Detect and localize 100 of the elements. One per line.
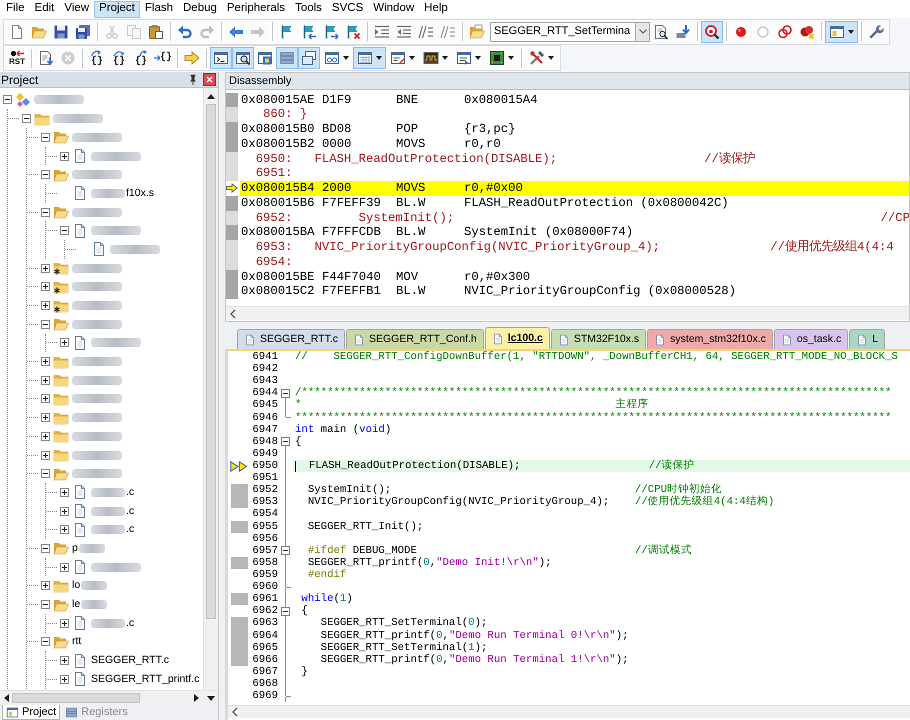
scrollbar-thumb[interactable]	[206, 104, 216, 619]
expand-toggle[interactable]	[60, 152, 69, 160]
up-triangle-icon[interactable]	[207, 94, 215, 98]
expand-toggle[interactable]	[60, 656, 69, 666]
waveform-screen-icon[interactable]	[423, 50, 439, 66]
menu-item[interactable]: Project	[94, 0, 140, 18]
scroll-left-icon[interactable]	[230, 308, 236, 318]
pin-icon[interactable]	[189, 74, 197, 85]
collapse-toggle[interactable]	[60, 226, 69, 236]
watch-window-icon[interactable]	[324, 50, 340, 66]
collapse-toggle[interactable]	[41, 637, 50, 646]
close-button[interactable]	[203, 73, 216, 86]
expand-toggle[interactable]	[41, 450, 50, 460]
caret-icon[interactable]	[409, 56, 415, 60]
caret-icon[interactable]	[508, 56, 514, 60]
editor-tab[interactable]: system_stm32f10x.c	[647, 329, 773, 349]
expand-toggle[interactable]	[60, 525, 69, 534]
tree-item-label[interactable]: p	[72, 542, 78, 555]
editor-tab[interactable]: L	[849, 329, 886, 349]
tree-item-label[interactable]: .c	[126, 616, 134, 630]
curved-arrow-button[interactable]: {}	[86, 47, 108, 69]
curved-arrow-button[interactable]: {}	[108, 47, 130, 69]
tree-item-label[interactable]: .c	[126, 504, 134, 518]
editor-tab[interactable]: SEGGER_RTT.c	[237, 329, 345, 349]
menu-item[interactable]: Peripherals	[222, 0, 290, 18]
collapse-toggle[interactable]	[22, 114, 31, 124]
collapse-toggle[interactable]	[41, 170, 50, 180]
tree-item-label[interactable]: .c	[126, 486, 134, 499]
collapse-toggle[interactable]	[41, 208, 50, 217]
circuit-board-icon[interactable]	[489, 50, 505, 66]
expand-toggle[interactable]	[41, 357, 50, 366]
menu-item[interactable]: File	[1, 0, 30, 18]
expand-toggle[interactable]	[41, 376, 50, 385]
right-arrow-icon[interactable]	[154, 53, 160, 63]
caret-icon[interactable]	[848, 30, 854, 34]
expand-toggle[interactable]	[60, 674, 69, 684]
menu-item[interactable]: View	[59, 0, 94, 18]
menu-item[interactable]: SVCS	[326, 0, 368, 18]
trace-window-icon[interactable]	[456, 50, 472, 66]
expand-toggle[interactable]	[41, 282, 50, 292]
crossed-tools-icon[interactable]	[529, 50, 545, 66]
collapse-toggle[interactable]	[41, 320, 50, 329]
reset-icon[interactable]	[10, 50, 24, 57]
fold-toggle[interactable]	[281, 388, 290, 398]
collapse-toggle[interactable]	[3, 95, 12, 104]
right-arrow-button[interactable]: {}	[152, 47, 174, 69]
expand-toggle[interactable]	[60, 506, 69, 516]
menu-item[interactable]: Help	[419, 0, 453, 18]
tree-item-label[interactable]: SEGGER_RTT.c	[91, 654, 169, 668]
scroll-left-icon[interactable]	[232, 707, 238, 717]
menu-item[interactable]: Flash	[140, 0, 178, 18]
editor-tab[interactable]: SEGGER_RTT_Conf.h	[346, 329, 484, 349]
caret-icon[interactable]	[475, 56, 481, 60]
tree-item-label[interactable]: f10x.s	[126, 186, 154, 200]
collapse-toggle[interactable]	[41, 132, 50, 142]
tree-item-label[interactable]: SEGGER_RTT_printf.c	[91, 672, 200, 686]
tree-item-label[interactable]: le	[72, 598, 80, 611]
editor-tab[interactable]: STM32F10x.s	[550, 329, 646, 349]
serial-window-icon[interactable]	[390, 50, 406, 66]
expand-toggle[interactable]	[41, 394, 50, 404]
menu-item[interactable]: Tools	[290, 0, 327, 18]
collapse-toggle[interactable]	[41, 600, 50, 609]
tree-item-label[interactable]: lo	[72, 579, 80, 592]
caret-icon[interactable]	[548, 56, 554, 60]
tree-item-label[interactable]: .c	[126, 523, 134, 536]
expand-toggle[interactable]	[41, 432, 50, 441]
caret-icon[interactable]	[442, 56, 448, 60]
fold-toggle[interactable]	[281, 546, 290, 556]
menu-item[interactable]: Window	[368, 0, 420, 18]
panel-tab[interactable]: Project	[2, 705, 60, 720]
expand-toggle[interactable]	[41, 264, 50, 273]
function-combo[interactable]: SEGGER_RTT_SetTermina	[490, 22, 650, 42]
memory-grid-button[interactable]	[353, 47, 386, 69]
expand-toggle[interactable]	[60, 488, 69, 497]
dropdown-button[interactable]	[635, 22, 649, 40]
collapse-toggle[interactable]	[41, 469, 50, 478]
expand-toggle[interactable]	[41, 581, 50, 590]
close-icon[interactable]	[206, 76, 213, 83]
left-triangle-icon[interactable]	[4, 694, 8, 702]
curved-arrow-icon[interactable]	[112, 50, 126, 56]
scrollbar-thumb[interactable]	[12, 693, 140, 703]
expand-toggle[interactable]	[41, 301, 50, 310]
caret-icon[interactable]	[376, 56, 382, 60]
reset-button[interactable]: RST	[6, 47, 28, 69]
expand-toggle[interactable]	[60, 338, 69, 348]
down-triangle-icon[interactable]	[206, 696, 214, 700]
menu-item[interactable]: Debug	[178, 0, 222, 18]
expand-toggle[interactable]	[60, 618, 69, 628]
expand-toggle[interactable]	[60, 562, 69, 572]
expand-toggle[interactable]	[41, 413, 50, 422]
chevron-down-icon[interactable]	[638, 29, 646, 34]
editor-tab[interactable]: os_task.c	[774, 329, 848, 349]
window-button[interactable]	[825, 20, 858, 42]
window-icon[interactable]	[829, 24, 845, 40]
editor-tab[interactable]: lc100.c	[484, 327, 550, 349]
fold-toggle[interactable]	[281, 437, 290, 446]
collapse-toggle[interactable]	[41, 544, 50, 553]
fold-toggle[interactable]	[281, 606, 290, 616]
menu-item[interactable]: Edit	[30, 0, 60, 18]
memory-grid-icon[interactable]	[357, 50, 373, 66]
